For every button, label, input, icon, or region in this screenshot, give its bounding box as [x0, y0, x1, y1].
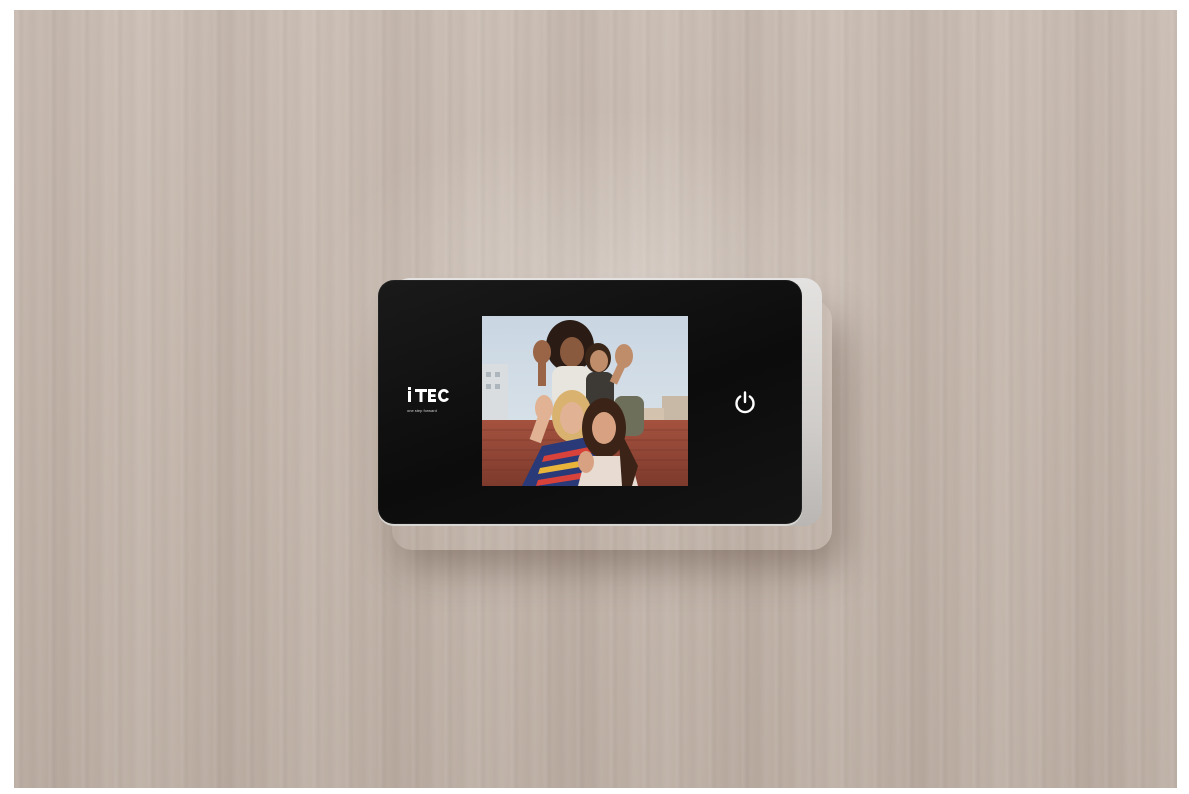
itec-logo-icon [408, 387, 449, 402]
brand-logo: one step forward [407, 386, 467, 416]
viewer-screen [482, 316, 688, 486]
group-selfie-image [482, 316, 688, 486]
brand-tagline: one step forward [407, 408, 437, 413]
brand-logo-mark [407, 386, 467, 407]
power-icon[interactable] [732, 389, 758, 415]
